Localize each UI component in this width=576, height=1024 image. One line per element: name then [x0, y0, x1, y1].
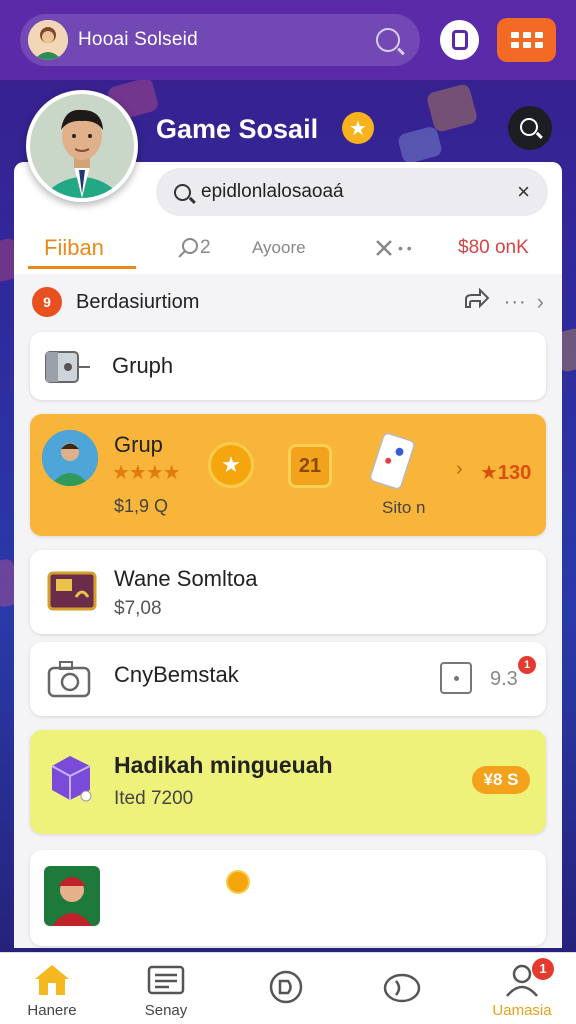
card-title: Gruph	[112, 353, 174, 378]
tools-icon	[376, 240, 392, 256]
gift-cube-icon	[46, 750, 96, 806]
reward-box-icon: 21	[288, 444, 332, 488]
tab-tools-dots: • •	[398, 240, 412, 256]
main-panel: epidlonlalosaoaá × Fiiban 2 Ayoore • • $…	[14, 162, 562, 948]
card-title: Grup	[114, 432, 163, 457]
search-icon[interactable]	[376, 28, 401, 52]
card-title: CnyBemstak	[114, 662, 239, 687]
list-card-hadikah[interactable]: Hadikah mingueuah Ited 7200 ¥8 S	[30, 730, 546, 834]
profile-portrait-image	[30, 94, 134, 198]
section-header[interactable]: 9 Berdasiurtiom ··· ›	[14, 280, 562, 324]
profile-photo[interactable]	[26, 90, 138, 202]
tab-tools[interactable]: • •	[374, 238, 412, 258]
user-avatar-image	[28, 20, 68, 60]
grup-avatar	[42, 430, 98, 486]
card-title: Wane Somltoa	[114, 566, 258, 591]
list-card-gruph[interactable]: Gruph	[30, 332, 546, 400]
camera-icon	[46, 656, 94, 702]
clear-icon[interactable]: ×	[517, 179, 530, 205]
chat-bubble-icon	[267, 968, 305, 1008]
playing-card-icon	[366, 432, 418, 492]
notification-badge: 1	[518, 656, 536, 674]
tab-search-label: 2	[200, 237, 211, 258]
nav-label: Senay	[144, 1001, 188, 1019]
list-card-cnyb[interactable]: CnyBemstak 9.3 1	[30, 642, 546, 716]
top-search-text: Hooai Solseid	[78, 29, 198, 50]
nav-item-senay[interactable]: Senay	[118, 953, 214, 1024]
messages-icon	[382, 968, 422, 1008]
tab-price[interactable]: $80 onK	[458, 237, 529, 259]
star-badge-icon: ★	[342, 112, 374, 144]
nav-item-profile[interactable]: 1 Uamasia	[474, 953, 570, 1024]
chevron-right-icon: ›	[456, 458, 463, 480]
profile-icon: 1	[504, 957, 554, 1000]
tab-search-2[interactable]: 2	[178, 237, 211, 259]
nav-item-home[interactable]: Hanere	[4, 953, 100, 1024]
notification-badge: 1	[532, 957, 554, 980]
magnifier-icon	[178, 238, 198, 258]
top-search-bar[interactable]: Hooai Solseid	[20, 14, 421, 66]
nav-item-discover[interactable]	[238, 953, 334, 1024]
chevron-right-icon[interactable]: ›	[537, 289, 544, 315]
game-thumbnail	[44, 866, 100, 926]
card-subtitle: $1,9 Q	[114, 496, 169, 516]
panel-search-text: epidlonlalosaoaá	[201, 181, 344, 202]
dice-icon[interactable]	[440, 662, 472, 694]
card-title: Hadikah mingueuah	[114, 752, 333, 778]
score-value: ★130	[480, 462, 532, 484]
card-subtitle: $7,08	[114, 598, 162, 619]
reward-pill[interactable]: ¥8 S	[472, 766, 530, 794]
list-card-grup[interactable]: Grup ★★★★ $1,9 Q ★ 21 Sito n › ★130	[30, 414, 546, 536]
tab-fiiban[interactable]: Fiiban	[44, 235, 104, 261]
search-icon	[519, 117, 538, 136]
phone-icon[interactable]	[440, 20, 480, 60]
more-icon[interactable]: ···	[504, 291, 527, 314]
tab-bar: Fiiban 2 Ayoore • • $80 onK	[14, 224, 562, 272]
group-box-icon	[44, 344, 92, 388]
background-tile	[425, 82, 479, 134]
search-icon	[174, 183, 191, 201]
rating-stars: ★★★★	[112, 462, 181, 484]
share-icon[interactable]	[462, 287, 490, 317]
menu-grid-button[interactable]	[497, 18, 556, 62]
profile-search-button[interactable]	[508, 106, 552, 150]
list-card-ccaloinp[interactable]	[30, 850, 546, 946]
treasure-box-icon	[46, 566, 98, 616]
home-icon	[33, 960, 71, 1000]
card-subtitle: Ited 7200	[114, 788, 194, 809]
section-badge-icon: 9	[32, 287, 62, 317]
coin-icon: ★	[208, 442, 254, 488]
list-icon	[147, 960, 185, 1000]
section-title: Berdasiurtiom	[76, 290, 200, 313]
user-avatar[interactable]	[28, 20, 68, 60]
nav-label: Uamasia	[492, 1001, 552, 1019]
nav-item-messages[interactable]	[354, 953, 450, 1024]
background-tile	[396, 125, 444, 165]
bottom-navigation: Hanere Senay 1 Uamasia	[0, 952, 576, 1024]
panel-search-input[interactable]: epidlonlalosaoaá ×	[156, 168, 548, 216]
count-value: 9.3	[490, 668, 518, 690]
tab-ayoore[interactable]: Ayoore	[252, 238, 306, 258]
card-label: Sito n	[382, 498, 426, 517]
page-title: Game Sosail	[156, 114, 319, 144]
coin-icon	[226, 870, 250, 894]
active-tab-indicator	[28, 266, 136, 269]
nav-label: Hanere	[27, 1001, 77, 1019]
list-card-wane[interactable]: Wane Somltoa $7,08	[30, 550, 546, 634]
top-bar: Hooai Solseid	[0, 0, 576, 80]
